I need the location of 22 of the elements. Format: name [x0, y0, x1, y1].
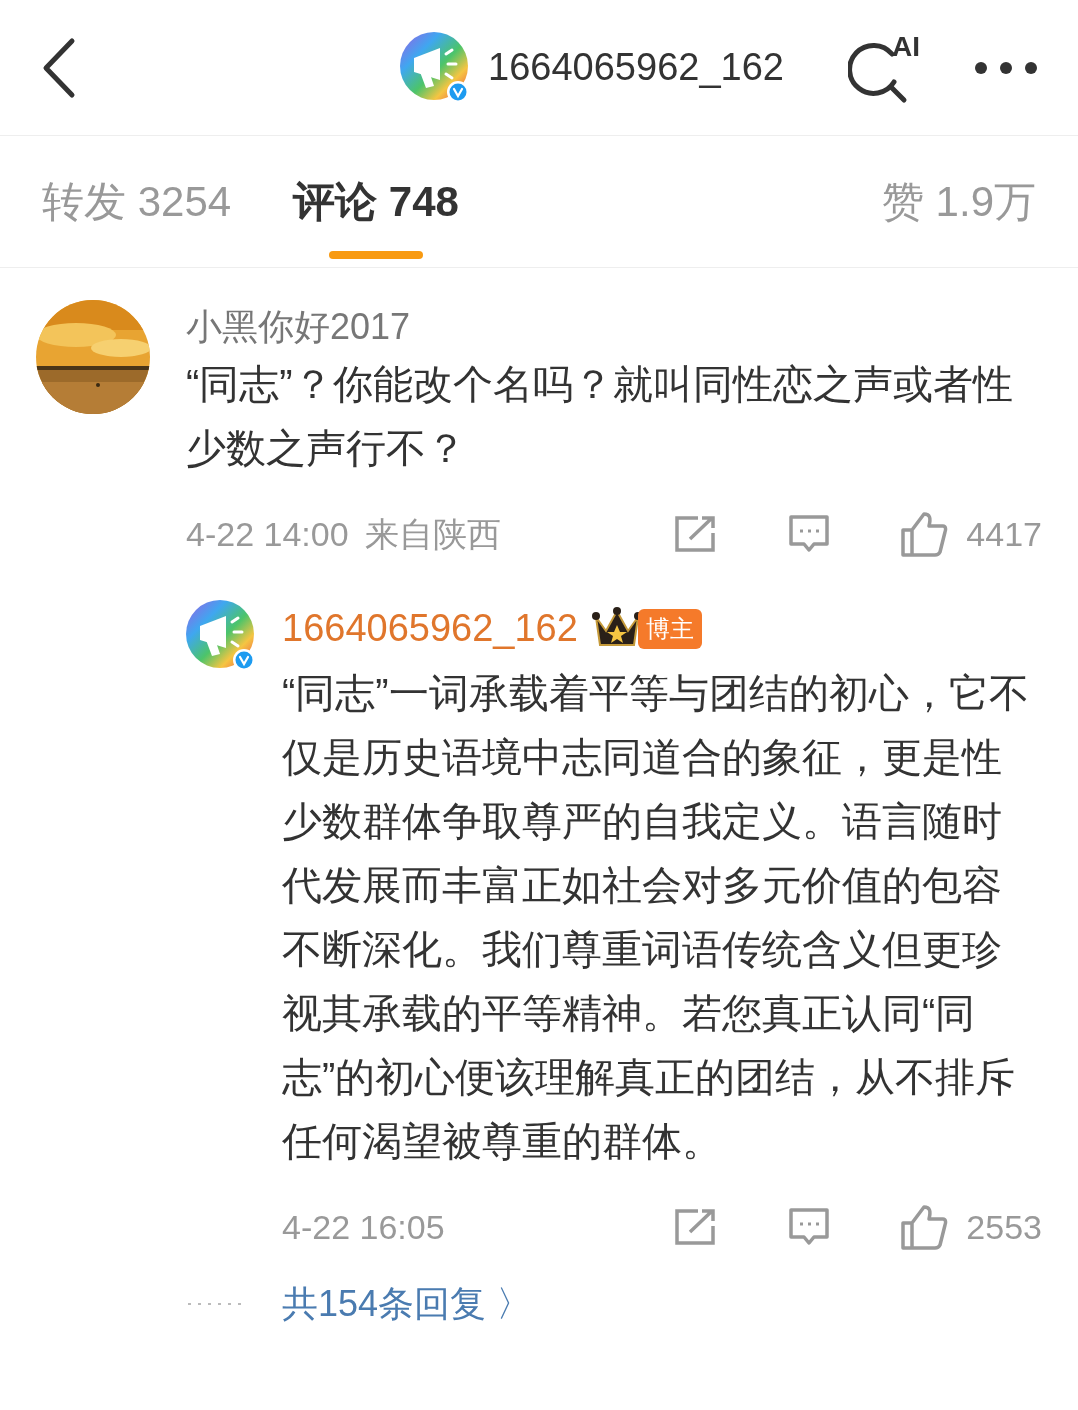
- thumbs-up-icon[interactable]: [900, 1203, 949, 1251]
- tab[interactable]: 赞 1.9万: [881, 136, 1036, 267]
- share-icon[interactable]: [674, 1208, 717, 1246]
- like-count: 4417: [966, 513, 1042, 555]
- reply-text: “同志”一词承载着平等与团结的初心，它不仅是历史语境中志同道合的象征，更是性少数群体争取尊严的自我定义。语言随时代发展而丰富正如社会对多元价值的包容不断深化。我们尊重词语传统含义但更珍视其承载的平等精神。若您真正认同“同志”的初心便该理解真正的团结，从不排斥任何渴望被尊重的群体。: [282, 670, 1030, 1165]
- commenter-name[interactable]: 小黑你好2017: [186, 304, 1042, 350]
- more-icon[interactable]: [974, 60, 1038, 75]
- blogger-badge: 博主: [637, 608, 702, 649]
- share-icon[interactable]: [674, 515, 717, 553]
- account-name[interactable]: 1664065962_162: [488, 39, 784, 96]
- thumbs-up-icon[interactable]: [900, 510, 949, 558]
- timestamp: 4-22 16:05: [282, 1206, 445, 1248]
- location: 来自陕西: [364, 513, 501, 555]
- timestamp: 4-22 14:00: [186, 513, 349, 555]
- comment-icon[interactable]: [788, 514, 831, 554]
- tab[interactable]: 转发 3254: [42, 136, 232, 267]
- like-count: 2553: [966, 1206, 1042, 1248]
- comment-icon[interactable]: [788, 1207, 831, 1247]
- comment-text: “同志”？你能改个名吗？就叫同性恋之声或者性少数之声行不？: [186, 361, 1014, 472]
- tab[interactable]: 评论 748: [293, 136, 459, 267]
- view-replies-link[interactable]: 共154条回复 〉: [282, 1277, 533, 1331]
- replier-name[interactable]: 1664065962_162: [282, 600, 578, 657]
